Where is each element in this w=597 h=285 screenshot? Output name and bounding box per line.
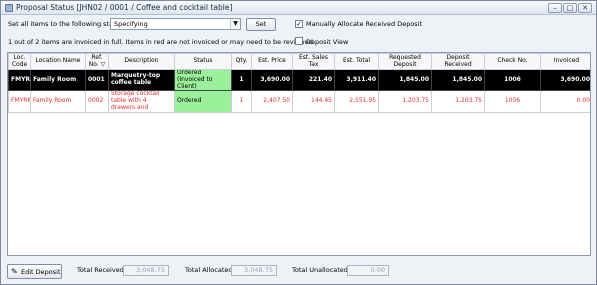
cell-deposit-received[interactable]: 1,845.00 [431, 68, 485, 92]
cell-check-no[interactable]: 1006 [484, 90, 541, 113]
proposal-status-window: Proposal Status [JHN02 / 0001 / Coffee a… [0, 0, 597, 285]
set-button[interactable]: Set [246, 18, 276, 31]
deposit-view-checkbox[interactable] [295, 37, 303, 45]
col-header-loc-code[interactable]: Loc. Code [8, 53, 31, 70]
deposit-view-label: Deposit View [306, 38, 349, 46]
col-header-deposit-received[interactable]: Deposit Received [431, 53, 485, 70]
window-title: Proposal Status [JHN02 / 0001 / Coffee a… [16, 3, 233, 12]
total-received-field: 3,048.75 [123, 265, 169, 276]
col-header-est-sales-tax[interactable]: Est. Sales Tax [292, 53, 335, 70]
table-row[interactable]: FMYRM Family Room 0001 Marquetry-top cof… [8, 68, 590, 92]
cell-status[interactable]: Ordered (Invoiced to Client) [174, 68, 232, 92]
col-header-check-no[interactable]: Check No. [484, 53, 541, 70]
table-row[interactable]: FMYRM Family Room 0002 Storage cocktail … [8, 90, 590, 113]
cell-description[interactable]: Storage cocktail table with 4 drawers an… [108, 90, 175, 113]
title-bar[interactable]: Proposal Status [JHN02 / 0001 / Coffee a… [1, 1, 596, 15]
col-header-description[interactable]: Description [108, 53, 175, 70]
window-app-icon [5, 4, 13, 12]
cell-loc-code[interactable]: FMYRM [8, 90, 31, 113]
col-header-requested-deposit[interactable]: Requested Deposit [378, 53, 432, 70]
invoice-info-text: 1 out of 2 items are invoiced in full. I… [8, 38, 315, 46]
table-header-row: Loc. Code Location Name Ref. No. ▽ Descr… [8, 53, 590, 70]
total-allocated-field: 3,048.75 [231, 265, 277, 276]
total-unallocated-field: 0.00 [347, 265, 389, 276]
total-received-label: Total Received [77, 266, 124, 274]
edit-icon: ✎ [11, 267, 18, 276]
chevron-down-icon[interactable]: ▼ [230, 19, 240, 29]
manual-allocate-label: Manually Allocate Received Deposit [306, 20, 423, 28]
cell-qty[interactable]: 1 [231, 90, 252, 113]
total-allocated-label: Total Allocated [185, 266, 233, 274]
total-unallocated-label: Total Unallocated [292, 266, 348, 274]
cell-location-name[interactable]: Family Room [30, 68, 86, 92]
close-icon[interactable]: ✕ [578, 3, 592, 13]
cell-status[interactable]: Ordered [174, 90, 232, 113]
cell-requested-deposit[interactable]: 1,203.75 [378, 90, 432, 113]
cell-requested-deposit[interactable]: 1,845.00 [378, 68, 432, 92]
col-header-status[interactable]: Status [174, 53, 232, 70]
edit-deposit-button[interactable]: ✎ Edit Deposit [7, 264, 62, 279]
manual-allocate-checkbox[interactable]: ✓ [295, 20, 303, 28]
cell-location-name[interactable]: Family Room [30, 90, 86, 113]
cell-invoiced[interactable]: 0.00 [540, 90, 590, 113]
items-table: Loc. Code Location Name Ref. No. ▽ Descr… [8, 53, 590, 113]
cell-est-total[interactable]: 2,551.95 [334, 90, 379, 113]
cell-est-sales-tax[interactable]: 221.40 [292, 68, 335, 92]
items-grid[interactable]: Loc. Code Location Name Ref. No. ▽ Descr… [7, 52, 591, 256]
window-controls: – □ ✕ [548, 3, 592, 13]
cell-ref-no[interactable]: 0002 [85, 90, 109, 113]
cell-est-price[interactable]: 2,407.50 [251, 90, 293, 113]
col-header-invoiced[interactable]: Invoiced [540, 53, 590, 70]
set-all-label: Set all items to the following status [8, 20, 124, 28]
col-header-location-name[interactable]: Location Name [30, 53, 86, 70]
col-header-ref-no[interactable]: Ref. No. ▽ [85, 53, 109, 70]
cell-description[interactable]: Marquetry-top coffee table [108, 68, 175, 92]
cell-invoiced[interactable]: 3,690.00 [540, 68, 590, 92]
cell-est-price[interactable]: 3,690.00 [251, 68, 293, 92]
status-select-value: Specifying [114, 20, 148, 28]
cell-est-sales-tax[interactable]: 144.45 [292, 90, 335, 113]
cell-ref-no[interactable]: 0001 [85, 68, 109, 92]
edit-deposit-label: Edit Deposit [21, 268, 61, 276]
minimize-icon[interactable]: – [548, 3, 562, 13]
col-header-qty[interactable]: Qty. [231, 53, 252, 70]
cell-check-no[interactable]: 1006 [484, 68, 541, 92]
cell-qty[interactable]: 1 [231, 68, 252, 92]
cell-loc-code[interactable]: FMYRM [8, 68, 31, 92]
col-header-est-price[interactable]: Est. Price [251, 53, 293, 70]
cell-est-total[interactable]: 3,911.40 [334, 68, 379, 92]
status-select[interactable]: Specifying ▼ [110, 18, 241, 30]
maximize-icon[interactable]: □ [563, 3, 577, 13]
col-header-est-total[interactable]: Est. Total [334, 53, 379, 70]
cell-deposit-received[interactable]: 1,203.75 [431, 90, 485, 113]
